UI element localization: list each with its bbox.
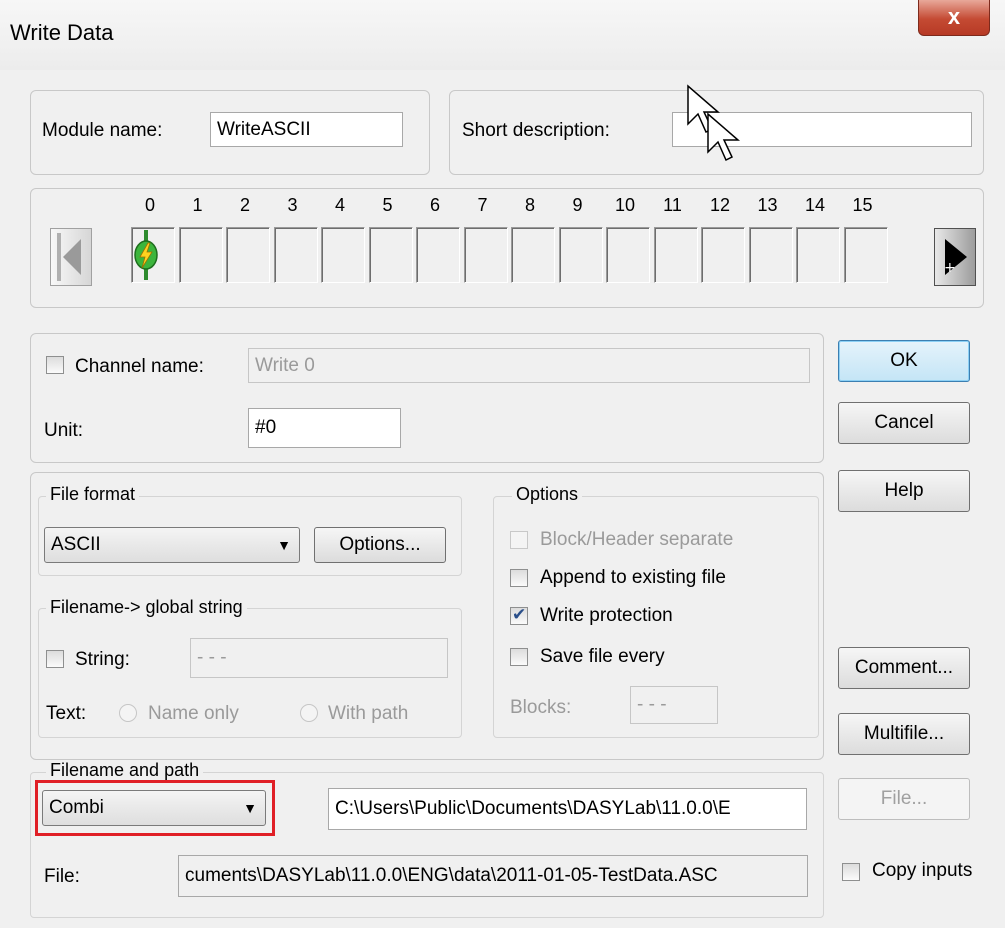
svg-text:+: + [944,260,956,276]
format-options-button[interactable]: Options... [314,527,446,563]
channel-number-12: 12 [709,195,731,215]
channel-name-checkbox[interactable] [46,356,64,374]
chevron-down-icon: ▼ [277,537,291,553]
channel-number-10: 10 [614,195,636,215]
channel-number-8: 8 [524,195,535,215]
channel-slot-10[interactable] [606,227,650,283]
name-only-label: Name only [148,703,239,724]
path-mode-value: Combi [49,797,104,818]
channel-slot-5[interactable] [368,227,413,283]
file-label: File: [44,866,80,887]
channel-number-1: 1 [192,195,203,215]
channel-number-9: 9 [572,195,583,215]
channel-number-11: 11 [663,195,682,215]
channel-number-2: 2 [239,195,250,215]
channel-slot-0[interactable] [131,227,175,283]
channel-number-6: 6 [429,195,440,215]
file-format-value: ASCII [51,534,101,555]
file-format-select[interactable]: ASCII ▼ [44,527,300,563]
file-format-legend: File format [46,484,140,505]
channel-slot-8[interactable] [511,227,555,283]
channel-name-label: Channel name: [75,356,204,377]
save-every-label: Save file every [540,646,665,667]
channel-slot-6[interactable] [416,227,460,283]
string-label: String: [75,649,130,670]
channel-number-5: 5 [382,195,393,215]
file-button[interactable]: File... [838,778,970,820]
append-label: Append to existing file [540,567,726,588]
blocks-input[interactable]: - - - [630,686,718,724]
write-protection-label: Write protection [540,605,673,626]
channel-number-4: 4 [334,195,345,215]
filename-path-legend: Filename and path [46,760,204,781]
unit-input[interactable]: #0 [248,408,401,448]
ok-button[interactable]: OK [838,340,970,382]
channel-slot-2[interactable] [226,227,270,283]
arrow-left-icon [57,233,81,281]
lightning-channel-icon [134,230,158,280]
channel-number-14: 14 [804,195,826,215]
channel-slot-14[interactable] [796,227,840,283]
channel-number-13: 13 [757,195,778,215]
channel-slot-1[interactable] [178,227,223,283]
block-header-checkbox[interactable] [510,531,528,549]
chevron-down-icon: ▼ [243,800,257,816]
string-input[interactable]: - - - [190,638,448,678]
options-legend: Options [512,484,583,505]
channel-slot-13[interactable] [748,227,793,283]
copy-inputs-checkbox[interactable] [842,863,860,881]
channel-name-input[interactable]: Write 0 [248,348,810,383]
write-protection-checkbox[interactable] [510,605,528,625]
title-bar [0,0,1005,70]
channel-slot-4[interactable] [321,227,365,283]
channel-slot-11[interactable] [653,227,698,283]
cursor-icon [687,84,741,162]
comment-button[interactable]: Comment... [838,647,970,689]
channel-slot-12[interactable] [701,227,745,283]
channel-number-3: 3 [287,195,298,215]
blocks-label: Blocks: [510,697,572,718]
channel-number-7: 7 [477,195,488,215]
string-checkbox[interactable] [46,650,64,668]
directory-input[interactable]: C:\Users\Public\Documents\DASYLab\11.0.0… [328,788,807,830]
path-mode-select[interactable]: Combi ▼ [42,790,266,826]
copy-inputs-label: Copy inputs [872,860,973,881]
channel-row: 0 1 2 3 4 5 6 7 8 9 10 11 12 13 14 15 [131,195,901,295]
channel-slot-9[interactable] [558,227,603,283]
short-description-label: Short description: [462,120,610,141]
scroll-left-button[interactable] [50,228,92,286]
arrow-right-icon: + [944,239,967,276]
unit-label: Unit: [44,420,84,441]
module-name-label: Module name: [42,120,163,141]
channel-number-0: 0 [144,195,155,215]
close-button[interactable]: x [918,0,990,36]
cancel-button[interactable]: Cancel [838,402,970,444]
window-title: Write Data [10,20,114,45]
save-every-checkbox[interactable] [510,648,528,666]
block-header-label: Block/Header separate [540,529,734,550]
scroll-right-button[interactable]: + [934,228,976,286]
channel-slot-3[interactable] [273,227,318,283]
multifile-button[interactable]: Multifile... [838,713,970,755]
channel-slot-15[interactable] [843,227,888,283]
text-label: Text: [46,703,87,724]
channel-slot-7[interactable] [463,227,508,283]
channel-number-15: 15 [852,195,873,215]
with-path-label: With path [328,703,409,724]
with-path-radio[interactable] [300,704,318,722]
module-name-input[interactable]: WriteASCII [210,112,403,147]
global-string-legend: Filename-> global string [46,597,247,618]
name-only-radio[interactable] [119,704,137,722]
file-path-input[interactable]: cuments\DASYLab\11.0.0\ENG\data\2011-01-… [178,855,808,897]
help-button[interactable]: Help [838,470,970,512]
append-checkbox[interactable] [510,569,528,587]
